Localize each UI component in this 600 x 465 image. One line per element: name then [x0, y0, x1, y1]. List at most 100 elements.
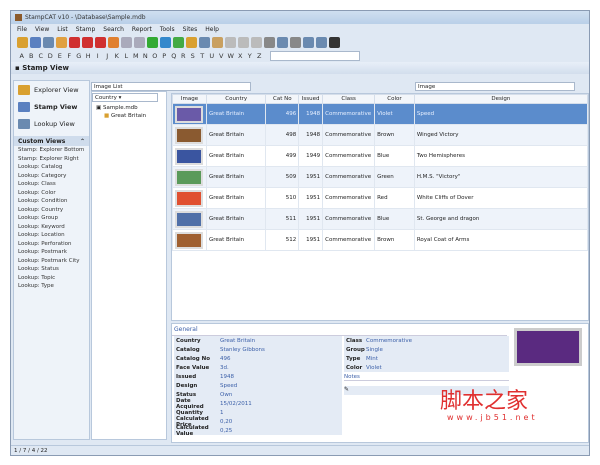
letter-M[interactable]: M: [131, 52, 141, 60]
letter-B[interactable]: B: [27, 52, 37, 60]
menu-list[interactable]: List: [57, 26, 68, 33]
letter-Q[interactable]: Q: [169, 52, 179, 60]
column-header-color[interactable]: Color: [374, 94, 415, 104]
letter-G[interactable]: G: [74, 52, 84, 60]
column-header-country[interactable]: Country: [205, 94, 267, 104]
toolbar-button-18-icon[interactable]: [251, 36, 262, 48]
toolbar-button-22-icon[interactable]: [303, 36, 314, 48]
menu-file[interactable]: File: [17, 26, 27, 33]
letter-A[interactable]: A: [17, 52, 27, 60]
custom-view-item[interactable]: Lookup: Type: [14, 282, 89, 291]
toolbar-button-23-icon[interactable]: [316, 36, 327, 48]
toolbar-button-1-icon[interactable]: [30, 36, 41, 48]
group-by-select[interactable]: Country ▾: [92, 93, 158, 102]
letter-N[interactable]: N: [141, 52, 151, 60]
tree-node[interactable]: ■ Great Britain: [92, 113, 166, 119]
letter-Z[interactable]: Z: [255, 52, 265, 60]
collapse-icon[interactable]: ⌃: [80, 138, 85, 145]
letter-P[interactable]: P: [160, 52, 170, 60]
toolbar-button-14-icon[interactable]: [199, 36, 210, 48]
letter-X[interactable]: X: [236, 52, 246, 60]
toolbar-button-15-icon[interactable]: [212, 36, 223, 48]
letter-C[interactable]: C: [36, 52, 46, 60]
toolbar-button-2-icon[interactable]: [43, 36, 54, 48]
table-row[interactable]: Great Britain 511 1951 Commemorative Blue St.…: [172, 208, 589, 230]
toolbar-button-11-icon[interactable]: [160, 36, 171, 48]
menu-help[interactable]: Help: [205, 26, 219, 33]
letter-V[interactable]: V: [217, 52, 227, 60]
toolbar-button-9-icon[interactable]: [134, 36, 145, 48]
table-row[interactable]: Great Britain 510 1951 Commemorative Red Whit…: [172, 187, 589, 209]
letter-O[interactable]: O: [150, 52, 160, 60]
letter-U[interactable]: U: [207, 52, 217, 60]
nav-explorer-view[interactable]: Explorer View: [14, 81, 89, 98]
custom-view-item[interactable]: Stamp: Explorer Bottom: [14, 146, 89, 155]
letter-I[interactable]: I: [93, 52, 103, 60]
toolbar-button-19-icon[interactable]: [264, 36, 275, 48]
table-row[interactable]: Great Britain 498 1948 Commemorative Brown Wi…: [172, 124, 589, 146]
letter-E[interactable]: E: [55, 52, 65, 60]
column-header-image[interactable]: Image: [172, 94, 207, 104]
toolbar-button-5-icon[interactable]: [82, 36, 93, 48]
nav-stamp-view[interactable]: Stamp View: [14, 98, 89, 115]
menu-sites[interactable]: Sites: [183, 26, 198, 33]
letter-K[interactable]: K: [112, 52, 122, 60]
toolbar-button-0-icon[interactable]: [17, 36, 28, 48]
search-input[interactable]: [270, 51, 360, 61]
custom-view-item[interactable]: Lookup: Location: [14, 231, 89, 240]
letter-F[interactable]: F: [65, 52, 75, 60]
custom-view-item[interactable]: Lookup: Class: [14, 180, 89, 189]
nav-lookup-view[interactable]: Lookup View: [14, 115, 89, 132]
toolbar-button-7-icon[interactable]: [108, 36, 119, 48]
letter-J[interactable]: J: [103, 52, 113, 60]
toolbar-button-4-icon[interactable]: [69, 36, 80, 48]
table-row[interactable]: Great Britain 499 1949 Commemorative Blue Two…: [172, 145, 589, 167]
custom-view-item[interactable]: Stamp: Explorer Right: [14, 155, 89, 164]
table-row[interactable]: Great Britain 509 1951 Commemorative Green H.…: [172, 166, 589, 188]
menu-tools[interactable]: Tools: [160, 26, 175, 33]
toolbar-button-8-icon[interactable]: [121, 36, 132, 48]
toolbar-button-13-icon[interactable]: [186, 36, 197, 48]
toolbar-button-21-icon[interactable]: [290, 36, 301, 48]
custom-views-header[interactable]: Custom Views ⌃: [14, 136, 89, 146]
letter-S[interactable]: S: [188, 52, 198, 60]
custom-view-item[interactable]: Lookup: Topic: [14, 274, 89, 283]
letter-R[interactable]: R: [179, 52, 189, 60]
menu-stamp[interactable]: Stamp: [76, 26, 96, 33]
custom-view-item[interactable]: Lookup: Catalog: [14, 163, 89, 172]
custom-view-item[interactable]: Lookup: Keyword: [14, 223, 89, 232]
custom-view-item[interactable]: Lookup: Category: [14, 172, 89, 181]
custom-view-item[interactable]: Lookup: Postmark City: [14, 257, 89, 266]
letter-Y[interactable]: Y: [245, 52, 255, 60]
column-header-cat-no[interactable]: Cat No: [265, 94, 300, 104]
letter-L[interactable]: L: [122, 52, 132, 60]
table-row[interactable]: Great Britain 496 1948 Commemorative Violet S…: [172, 103, 589, 125]
toolbar-button-3-icon[interactable]: [56, 36, 67, 48]
toolbar-button-20-icon[interactable]: [277, 36, 288, 48]
custom-view-item[interactable]: Lookup: Postmark: [14, 248, 89, 257]
toolbar-button-24-icon[interactable]: [329, 36, 340, 48]
toolbar-button-16-icon[interactable]: [225, 36, 236, 48]
letter-D[interactable]: D: [46, 52, 56, 60]
column-header-issued[interactable]: Issued: [298, 94, 324, 104]
toolbar-button-6-icon[interactable]: [95, 36, 106, 48]
column-header-design[interactable]: Design: [413, 94, 589, 104]
custom-view-item[interactable]: Lookup: Condition: [14, 197, 89, 206]
letter-T[interactable]: T: [198, 52, 208, 60]
letter-H[interactable]: H: [84, 52, 94, 60]
toolbar-button-10-icon[interactable]: [147, 36, 158, 48]
table-row[interactable]: Great Britain 512 1951 Commemorative Brown Ro…: [172, 229, 589, 251]
menu-report[interactable]: Report: [132, 26, 152, 33]
list-mode-select[interactable]: Image List: [91, 82, 251, 91]
tree-root[interactable]: ▣ Sample.mdb: [92, 103, 166, 113]
custom-view-item[interactable]: Lookup: Country: [14, 206, 89, 215]
custom-view-item[interactable]: Lookup: Group: [14, 214, 89, 223]
column-header-class[interactable]: Class: [322, 94, 376, 104]
menu-search[interactable]: Search: [103, 26, 124, 33]
letter-W[interactable]: W: [226, 52, 236, 60]
menu-view[interactable]: View: [35, 26, 49, 33]
custom-view-item[interactable]: Lookup: Status: [14, 265, 89, 274]
custom-view-item[interactable]: Lookup: Perforation: [14, 240, 89, 249]
toolbar-button-12-icon[interactable]: [173, 36, 184, 48]
field-select[interactable]: Image: [415, 82, 575, 91]
